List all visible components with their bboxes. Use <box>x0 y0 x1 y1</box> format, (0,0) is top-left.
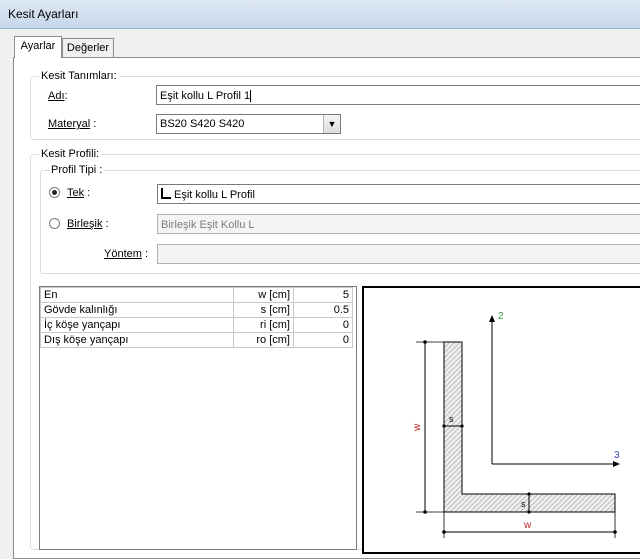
axis-x-label: 3 <box>614 450 620 461</box>
param-value[interactable]: 0 <box>293 317 353 333</box>
material-select-value: BS20 S420 S420 <box>160 118 245 130</box>
tab-ayarlar-label: Ayarlar <box>20 40 56 52</box>
title-bar: Kesit Ayarları <box>0 0 640 29</box>
param-name: Gövde kalınlığı <box>40 302 234 318</box>
name-input[interactable]: Eşit kollu L Profil 1 <box>156 85 640 105</box>
single-profile-value: Eşit kollu L Profil <box>174 189 255 201</box>
dim-dot <box>442 530 446 534</box>
param-value[interactable]: 5 <box>293 287 353 303</box>
compound-radio[interactable] <box>49 218 60 229</box>
param-name: Dış köşe yançapı <box>40 332 234 348</box>
parameters-table: En w [cm] 5 Gövde kalınlığı s [cm] 0.5 İ… <box>40 287 353 348</box>
table-row[interactable]: Dış köşe yançapı ro [cm] 0 <box>40 332 353 348</box>
material-select[interactable]: BS20 S420 S420 ▼ <box>156 114 341 134</box>
section-definitions-legend: Kesit Tanımları <box>41 70 114 82</box>
dim-w-horizontal-label: w <box>523 520 532 531</box>
compound-label: Birleşik : <box>67 218 109 230</box>
single-label: Tek : <box>67 187 91 199</box>
dim-s-web-label: s <box>449 414 454 424</box>
param-symbol: s [cm] <box>233 302 294 318</box>
window-title: Kesit Ayarları <box>8 7 79 21</box>
method-input <box>157 244 640 264</box>
dim-dot <box>460 424 464 428</box>
compound-profile-input: Birleşik Eşit Kollu L <box>157 214 640 234</box>
dim-dot <box>613 530 617 534</box>
dim-dot <box>442 424 446 428</box>
compound-profile-value: Birleşik Eşit Kollu L <box>161 219 255 231</box>
table-row[interactable]: İç köşe yançapı ri [cm] 0 <box>40 317 353 333</box>
chevron-down-icon[interactable]: ▼ <box>323 115 340 133</box>
param-value[interactable]: 0.5 <box>293 302 353 318</box>
dim-dot <box>527 510 531 514</box>
parameters-grid[interactable]: En w [cm] 5 Gövde kalınlığı s [cm] 0.5 İ… <box>39 286 357 550</box>
dim-dot <box>423 340 427 344</box>
l-profile-shape <box>443 341 616 513</box>
profile-type-legend: Profil Tipi <box>51 164 97 176</box>
param-value[interactable]: 0 <box>293 332 353 348</box>
dim-dot <box>423 510 427 514</box>
param-name: En <box>40 287 234 303</box>
name-label: Adı: <box>48 90 68 102</box>
single-profile-input[interactable]: Eşit kollu L Profil <box>157 184 640 204</box>
name-input-value: Eşit kollu L Profil 1 <box>160 90 251 102</box>
material-label: Materyal : <box>48 118 97 130</box>
axis-y-label: 2 <box>498 311 504 322</box>
table-row[interactable]: En w [cm] 5 <box>40 287 353 303</box>
section-drawing: 2 3 w w s s <box>362 286 640 554</box>
l-profile-icon <box>161 188 171 199</box>
dim-s-flange-label: s <box>521 499 526 509</box>
text-caret <box>250 90 252 103</box>
table-row[interactable]: Gövde kalınlığı s [cm] 0.5 <box>40 302 353 318</box>
dim-w-vertical-label: w <box>412 423 423 432</box>
tab-ayarlar[interactable]: Ayarlar <box>14 36 62 58</box>
param-symbol: ri [cm] <box>233 317 294 333</box>
dim-dot <box>527 492 531 496</box>
method-label: Yöntem : <box>104 248 149 260</box>
tab-degerler[interactable]: Değerler <box>62 38 114 58</box>
section-profile-legend: Kesit Profili <box>41 148 97 160</box>
tab-degerler-label: Değerler <box>66 42 110 54</box>
section-drawing-svg: 2 3 w w s s <box>412 311 620 538</box>
single-radio[interactable] <box>49 187 60 198</box>
param-symbol: ro [cm] <box>233 332 294 348</box>
param-name: İç köşe yançapı <box>40 317 234 333</box>
param-symbol: w [cm] <box>233 287 294 303</box>
